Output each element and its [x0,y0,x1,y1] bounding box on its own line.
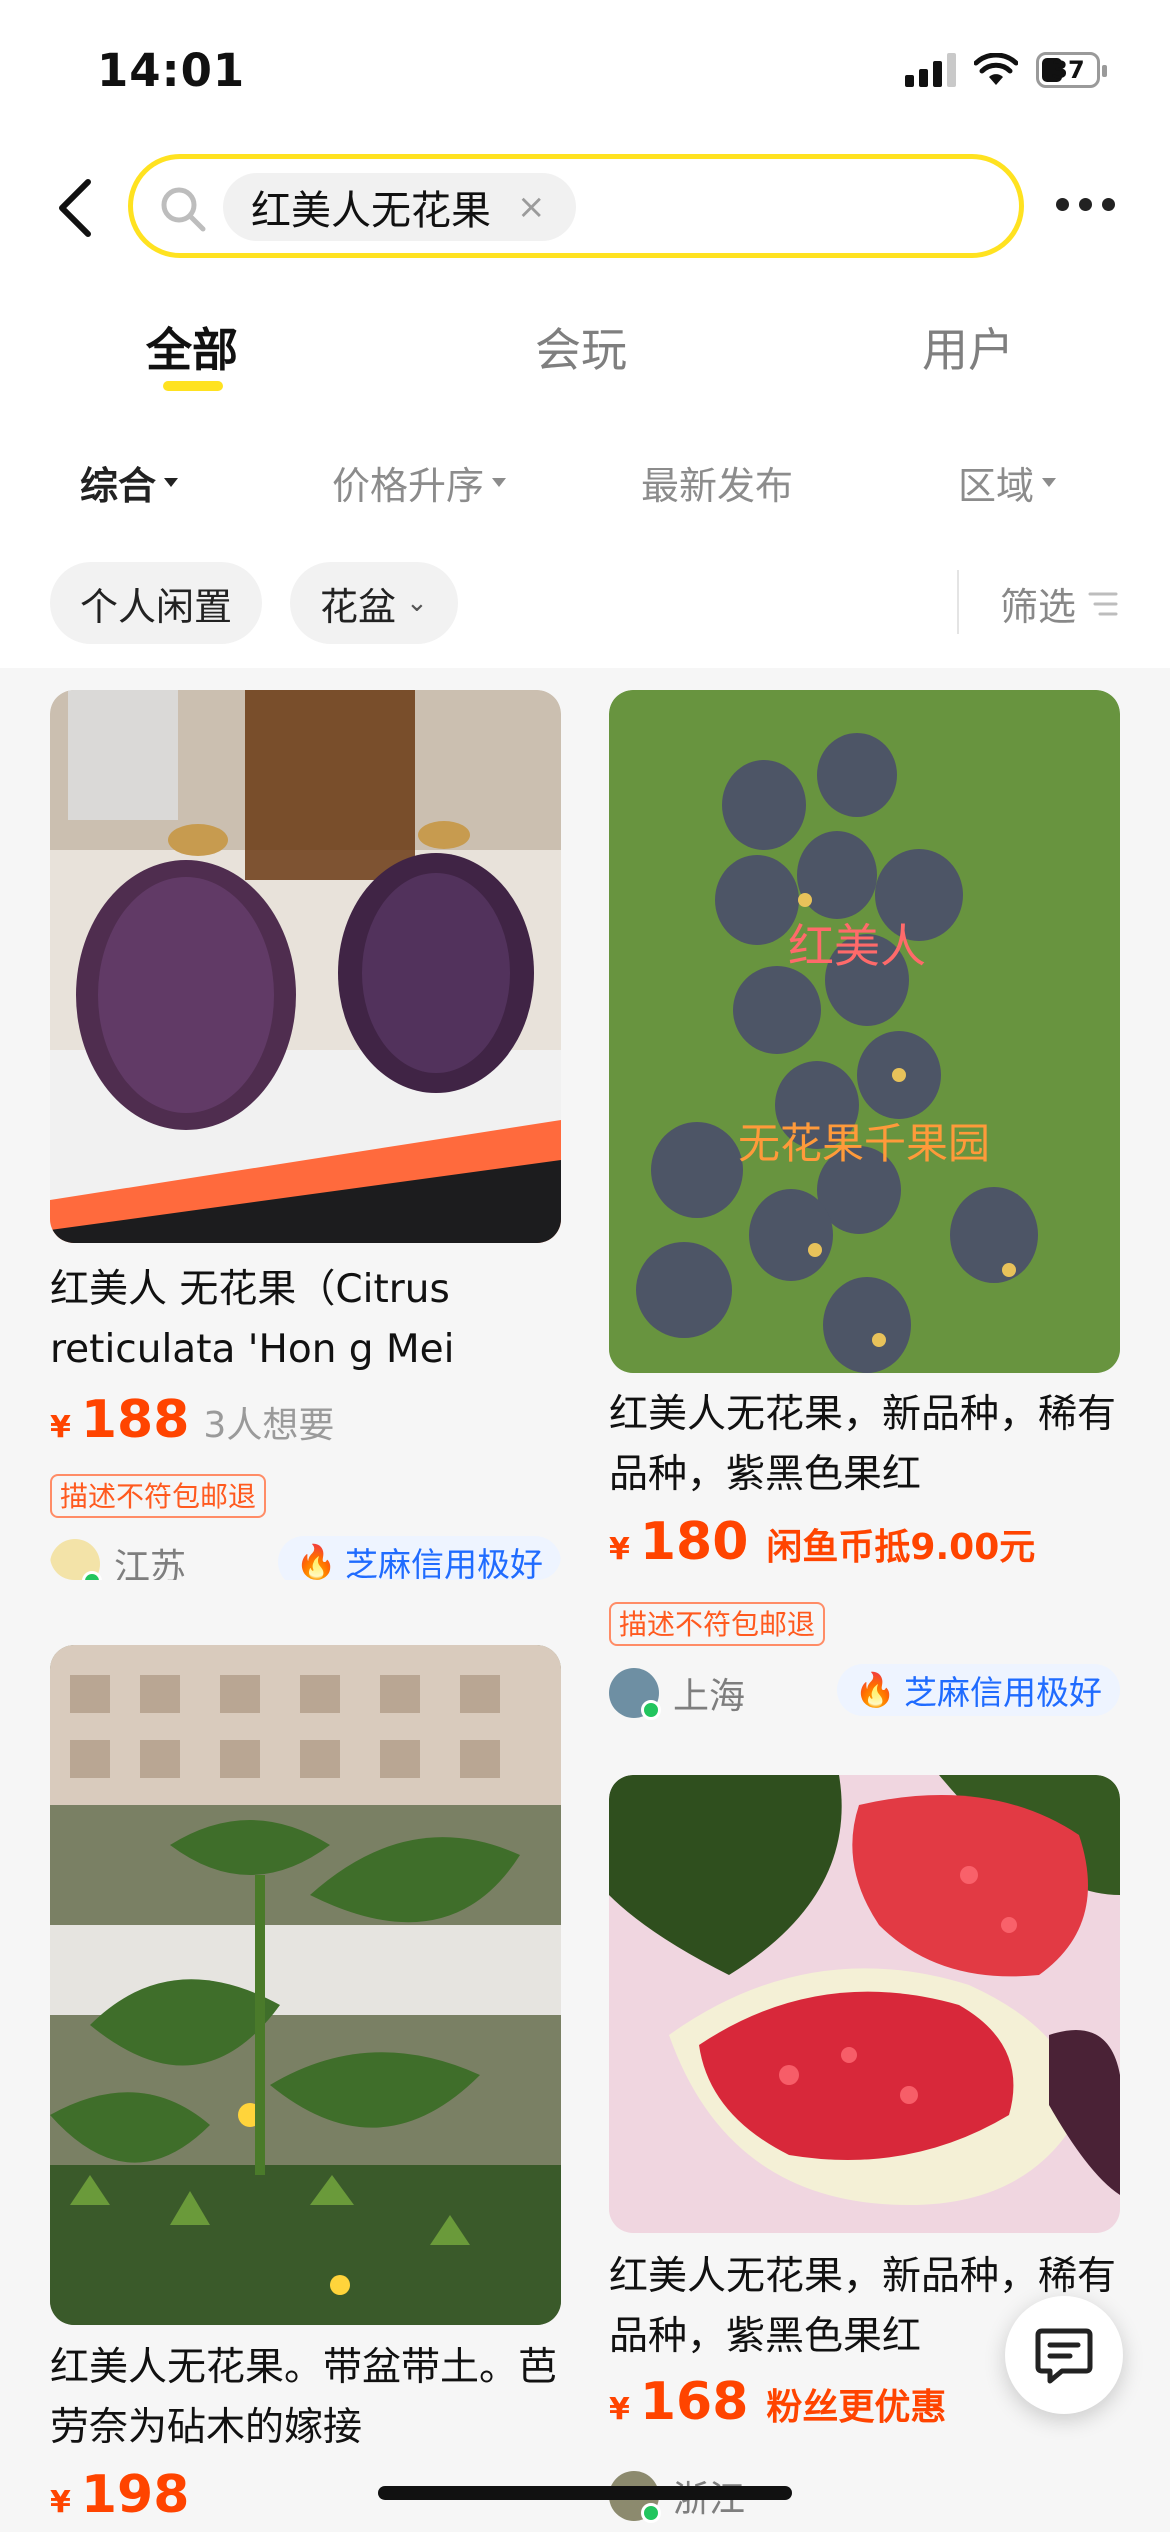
online-dot [82,1571,102,1580]
flame-icon: 🔥 [295,1542,337,1580]
currency-symbol: ¥ [50,1410,71,1445]
filter-chip-pot[interactable]: 花盆 ⌄ [290,562,458,644]
product-price: 180 [639,1512,749,1572]
product-title[interactable]: 红美人 无花果（Citrus reticulata 'Hon g Mei [50,1260,561,1380]
currency-symbol: ¥ [609,2392,630,2427]
online-dot [641,2503,661,2523]
flame-icon: 🔥 [854,1670,896,1709]
caret-down-icon [164,478,179,487]
search-query: 红美人无花果 [251,188,491,234]
message-edit-icon [1035,2328,1093,2384]
sort-price-asc[interactable]: 价格升序 [332,455,507,510]
chevron-down-icon: ⌄ [406,588,428,618]
clear-query-icon[interactable]: × [517,187,546,227]
credit-badge: 🔥 芝麻信用极好 [277,1536,561,1580]
product-image[interactable]: 红美人 无花果千果园 [609,690,1120,1373]
sort-region-label: 区域 [958,464,1035,508]
more-options-icon[interactable] [1056,198,1115,211]
seller-region: 江苏 [114,1547,187,1580]
filter-chip-personal-label: 个人闲置 [80,584,233,629]
floating-message-button[interactable] [1005,2296,1123,2414]
online-dot [641,1700,661,1720]
sort-comprehensive[interactable]: 综合 [80,455,179,510]
tab-play[interactable]: 会玩 [535,314,627,380]
search-box[interactable]: 红美人无花果 × [128,154,1024,258]
credit-label: 芝麻信用极好 [345,1545,543,1580]
signal-icon [905,53,956,87]
currency-symbol: ¥ [50,2485,71,2520]
return-policy-tag: 描述不符包邮退 [50,1474,267,1518]
filter-icon [1088,592,1118,615]
credit-label: 芝麻信用极好 [904,1673,1102,1712]
back-arrow-icon[interactable] [52,178,100,238]
sort-latest-label: 最新发布 [641,464,794,508]
avatar[interactable] [609,1668,661,1720]
filter-button[interactable]: 筛选 [1000,576,1118,631]
search-query-chip[interactable]: 红美人无花果 × [223,173,576,241]
tab-all[interactable]: 全部 [146,314,238,380]
return-policy-tag: 描述不符包邮退 [609,1602,826,1646]
caret-down-icon [1042,478,1057,487]
product-title[interactable]: 红美人无花果。带盆带土。芭劳奈为砧木的嫁接 [50,2338,561,2458]
seller-info[interactable]: 上海 [609,1667,746,1720]
product-image[interactable] [609,1775,1120,2233]
product-price: 188 [80,1390,190,1450]
filter-label: 筛选 [1000,585,1077,629]
tab-users[interactable]: 用户 [922,314,1014,380]
product-image[interactable] [50,690,561,1243]
image-text-2: 无花果千果园 [738,1119,990,1168]
tab-active-indicator [163,381,223,391]
product-card[interactable]: 红美人无花果。带盆带土。芭劳奈为砧木的嫁接 ¥ 198 [50,1645,561,2532]
battery-icon: 37 [1036,52,1107,88]
sort-comprehensive-label: 综合 [80,464,157,508]
seller-region: 上海 [673,1676,746,1717]
currency-symbol: ¥ [609,1532,630,1567]
avatar[interactable] [50,1539,102,1580]
status-icons: 37 [905,52,1107,88]
fans-promo: 粉丝更优惠 [766,2387,947,2428]
filter-chip-pot-label: 花盆 [320,584,397,629]
price-row: ¥ 180 闲鱼币抵9.00元 [609,1512,1035,1572]
product-title[interactable]: 红美人无花果，新品种，稀有品种，紫黑色果红 [609,1385,1120,1505]
filter-chip-personal[interactable]: 个人闲置 [50,562,263,644]
caret-down-icon [492,478,507,487]
sort-region[interactable]: 区域 [958,455,1057,510]
product-price: 168 [639,2372,749,2432]
want-count: 3人想要 [203,1405,335,1446]
status-time: 14:01 [97,44,246,97]
search-icon [161,187,206,232]
product-card[interactable]: 红美人无花果，新品种，稀有品种，紫黑色果红 ¥ 168 粉丝更优惠 浙江 [609,1775,1120,2532]
image-text-1: 红美人 [788,919,926,973]
sort-price-asc-label: 价格升序 [332,464,485,508]
battery-level: 37 [1051,56,1085,84]
product-image[interactable] [50,1645,561,2325]
coin-discount: 闲鱼币抵9.00元 [766,1527,1036,1568]
product-price: 198 [80,2465,190,2525]
price-row: ¥ 168 粉丝更优惠 [609,2372,946,2432]
price-row: ¥ 188 3人想要 [50,1390,334,1450]
product-card[interactable]: 红美人 无花果（Citrus reticulata 'Hon g Mei ¥ 1… [50,690,561,1580]
home-indicator [378,2486,792,2500]
credit-badge: 🔥 芝麻信用极好 [836,1664,1120,1716]
product-card[interactable]: 红美人 无花果千果园 红美人无花果，新品种，稀有品种，紫黑色果红 ¥ 180 闲… [609,690,1120,1770]
seller-info[interactable]: 江苏 [50,1538,186,1580]
divider [957,570,959,634]
wifi-icon [974,53,1018,85]
sort-latest[interactable]: 最新发布 [641,455,793,510]
price-row: ¥ 198 [50,2465,189,2525]
